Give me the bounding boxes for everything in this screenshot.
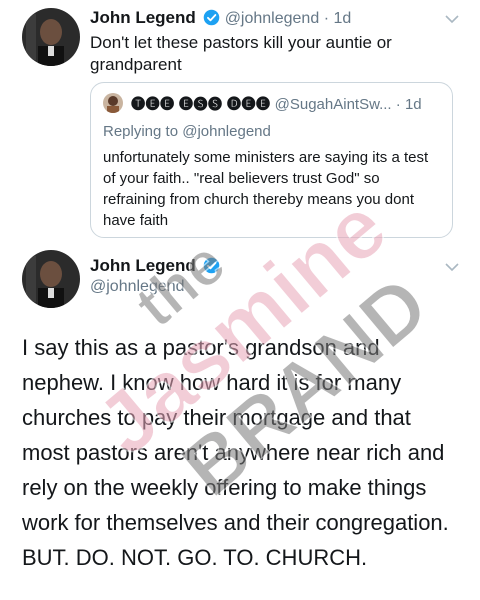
tweet-header: John Legend — [90, 256, 220, 276]
tweet-header: John Legend @johnlegend · 1d — [90, 8, 351, 28]
verified-badge-icon — [203, 9, 220, 26]
replying-to-line: Replying to @johnlegend — [103, 123, 271, 140]
avatar-photo — [22, 250, 80, 308]
avatar[interactable] — [22, 8, 80, 66]
author-handle[interactable]: @johnlegend — [225, 10, 320, 27]
author-name[interactable]: John Legend — [90, 256, 196, 275]
quoted-tweet-header: 🅣🅔🅔 🅔🅢🅢 🅓🅔🅔 @SugahAintSw... · 1d — [103, 93, 422, 114]
replying-to-mention[interactable]: @johnlegend — [182, 123, 271, 140]
quoted-author-handle[interactable]: @SugahAintSw... — [275, 96, 392, 113]
tweet-time[interactable]: 1d — [333, 10, 351, 27]
separator-dot: · — [395, 96, 401, 113]
avatar-photo — [22, 8, 80, 66]
tweet-text: Don't let these pastors kill your auntie… — [90, 33, 392, 74]
quoted-author-name[interactable]: 🅣🅔🅔 🅔🅢🅢 🅓🅔🅔 — [131, 96, 270, 112]
chevron-down-icon[interactable] — [445, 14, 459, 24]
quoted-tweet-card[interactable]: 🅣🅔🅔 🅔🅢🅢 🅓🅔🅔 @SugahAintSw... · 1d Replyin… — [90, 82, 453, 238]
avatar[interactable] — [22, 250, 80, 308]
tweet-text: I say this as a pastor's grandson and ne… — [22, 335, 449, 570]
verified-badge-icon — [203, 257, 220, 274]
author-name[interactable]: John Legend — [90, 8, 196, 27]
separator-dot: · — [323, 10, 330, 27]
author-handle[interactable]: @johnlegend — [90, 278, 185, 296]
chevron-down-icon[interactable] — [445, 262, 459, 272]
quoted-tweet-time[interactable]: 1d — [405, 96, 422, 113]
quoted-avatar — [103, 93, 123, 113]
quoted-tweet-text: unfortunately some ministers are saying … — [103, 149, 429, 229]
replying-prefix: Replying to — [103, 123, 183, 140]
